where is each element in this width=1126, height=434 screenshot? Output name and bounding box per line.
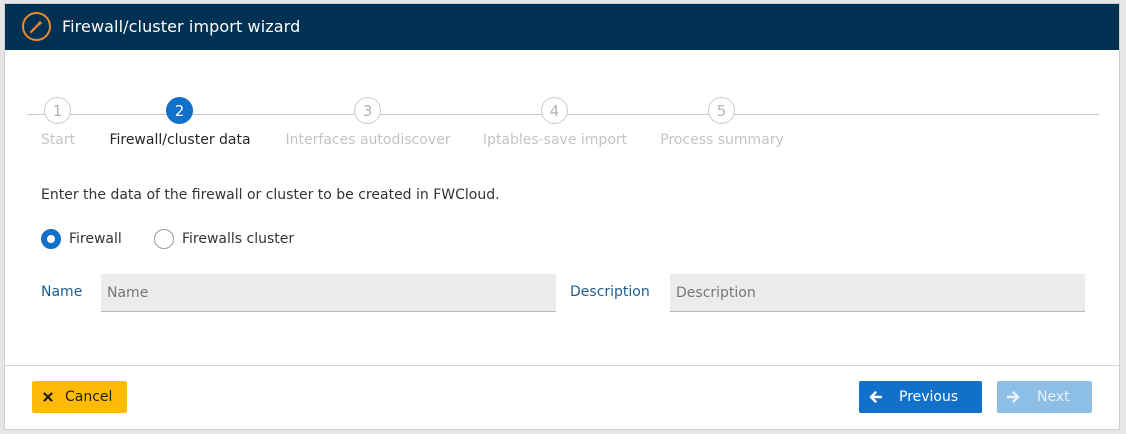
step-1-label: Start <box>40 132 76 148</box>
cancel-button[interactable]: Cancel <box>32 381 127 413</box>
cancel-button-label: Cancel <box>65 389 113 405</box>
description-label: Description <box>570 284 650 300</box>
radio-firewall-option[interactable]: Firewall <box>41 229 122 249</box>
name-label: Name <box>41 284 83 300</box>
radio-cluster[interactable] <box>154 229 174 249</box>
step-3-label: Interfaces autodiscover <box>285 132 451 148</box>
name-input[interactable] <box>101 274 556 312</box>
step-2-label: Firewall/cluster data <box>109 132 251 148</box>
form-intro-text: Enter the data of the firewall or cluste… <box>41 187 500 203</box>
step-4-label: Iptables-save import <box>482 132 628 148</box>
magic-wand-icon <box>22 12 51 41</box>
wizard-dialog: Firewall/cluster import wizard 1 Start 2… <box>4 3 1120 430</box>
radio-cluster-option[interactable]: Firewalls cluster <box>154 229 294 249</box>
radio-cluster-label[interactable]: Firewalls cluster <box>182 231 294 247</box>
step-2-number: 2 <box>166 97 193 124</box>
times-icon <box>41 392 55 402</box>
previous-button-label: Previous <box>899 389 959 405</box>
arrow-left-icon <box>868 391 882 403</box>
footer-divider <box>5 365 1119 366</box>
step-3-number: 3 <box>354 97 381 124</box>
description-input[interactable] <box>670 274 1085 312</box>
dialog-title: Firewall/cluster import wizard <box>62 17 301 36</box>
next-button[interactable]: Next <box>997 381 1092 413</box>
step-4-number: 4 <box>541 97 568 124</box>
radio-firewall[interactable] <box>41 229 61 249</box>
step-5-number: 5 <box>708 97 735 124</box>
dialog-titlebar: Firewall/cluster import wizard <box>5 4 1119 50</box>
step-1-number: 1 <box>44 97 71 124</box>
step-5-label: Process summary <box>660 132 784 148</box>
next-button-label: Next <box>1037 389 1070 405</box>
arrow-right-icon <box>1006 391 1020 403</box>
previous-button[interactable]: Previous <box>859 381 982 413</box>
radio-firewall-label[interactable]: Firewall <box>69 231 122 247</box>
